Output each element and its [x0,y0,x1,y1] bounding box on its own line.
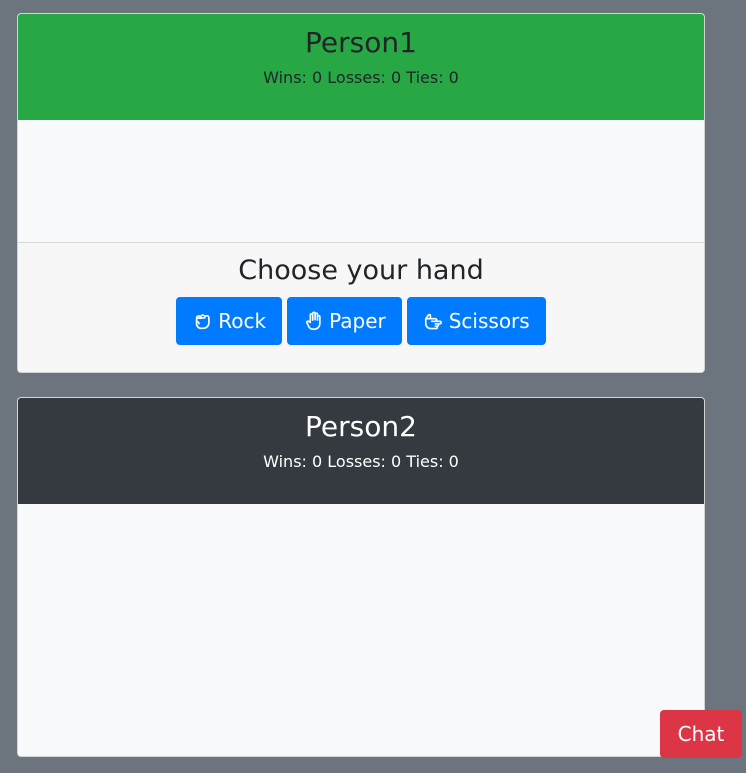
hand-paper-icon [306,311,321,331]
rock-button[interactable]: Rock [176,297,283,345]
player1-body [18,120,704,242]
paper-button-label: Paper [329,309,386,333]
hand-button-row: Rock Paper Scissors [18,297,704,345]
player1-name: Person1 [305,26,417,59]
hand-rock-icon [196,314,210,330]
paper-button[interactable]: Paper [287,297,402,345]
chat-button[interactable]: Chat [660,710,742,758]
player2-name: Person2 [305,410,417,443]
player1-record: Wins: 0 Losses: 0 Ties: 0 [263,68,459,87]
player2-header: Person2 Wins: 0 Losses: 0 Ties: 0 [18,398,704,504]
player1-footer: Choose your hand Rock Paper Scissors [18,242,704,372]
rock-button-label: Rock [218,309,267,333]
player2-body [18,504,704,756]
player2-record: Wins: 0 Losses: 0 Ties: 0 [263,452,459,471]
scissors-button[interactable]: Scissors [406,297,546,345]
player1-header: Person1 Wins: 0 Losses: 0 Ties: 0 [18,14,704,120]
player1-card: Person1 Wins: 0 Losses: 0 Ties: 0 Choose… [17,13,705,373]
player2-card: Person2 Wins: 0 Losses: 0 Ties: 0 [17,397,705,757]
scissors-button-label: Scissors [448,309,530,333]
choose-hand-title: Choose your hand [238,255,484,286]
hand-scissors-icon [424,313,442,330]
